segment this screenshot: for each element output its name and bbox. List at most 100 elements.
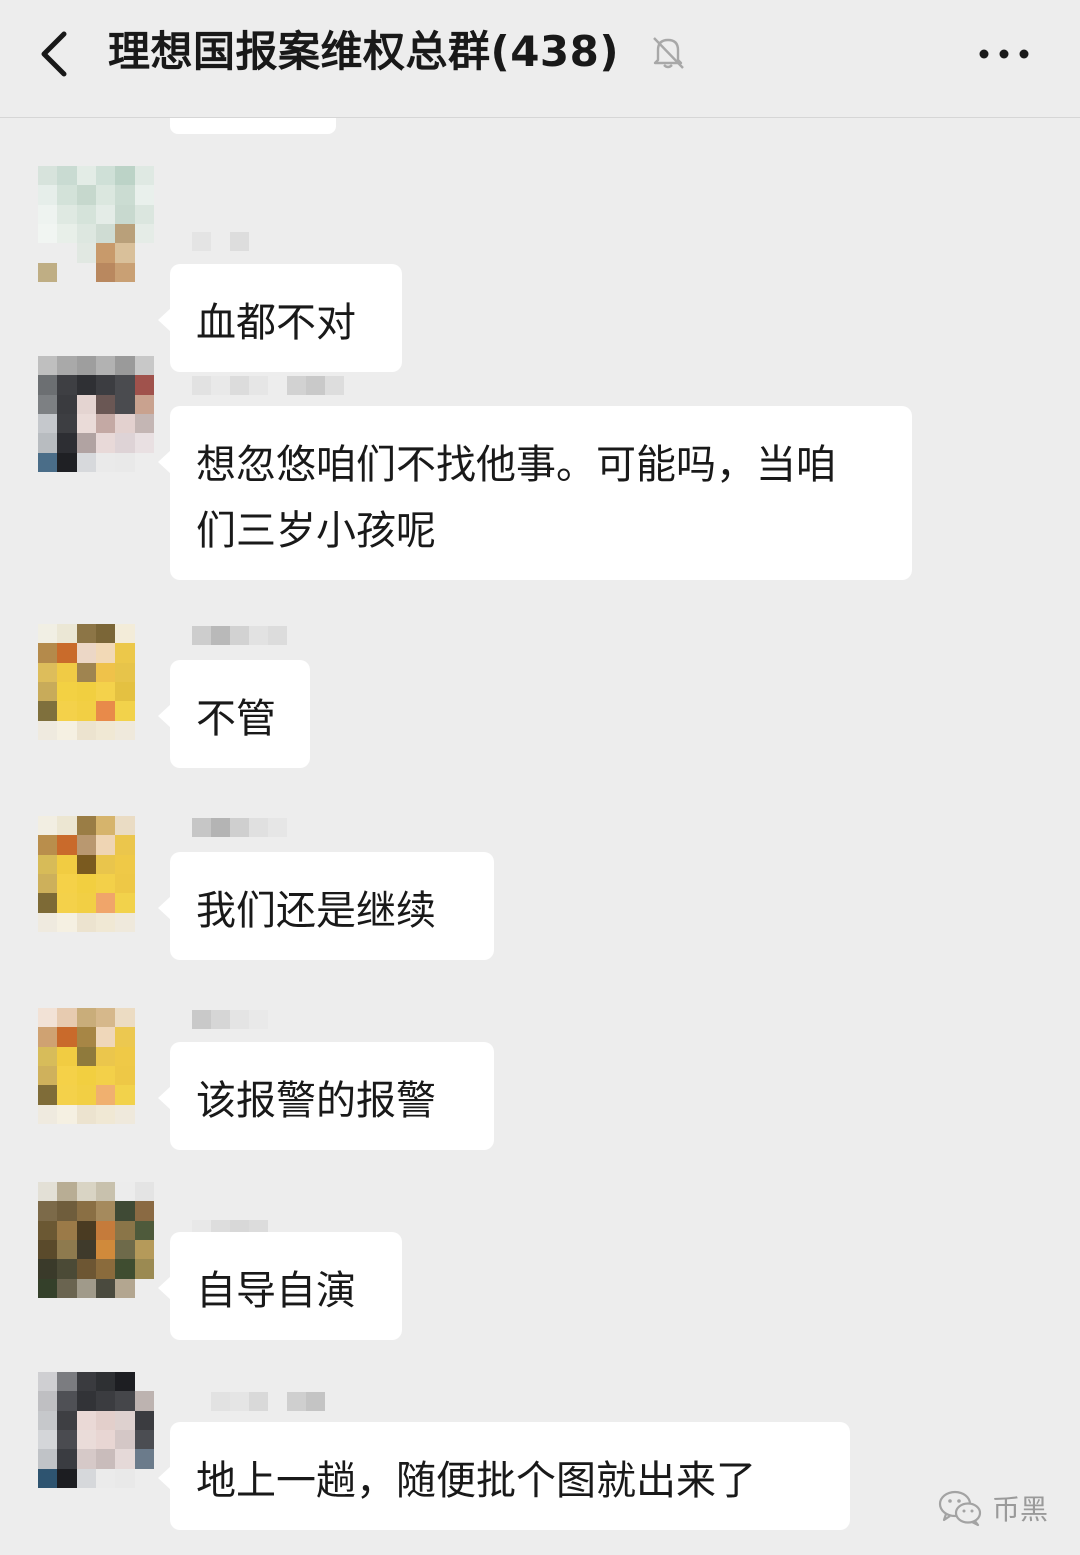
mosaic-pixel: [134, 854, 154, 874]
mosaic-pixel: [192, 1010, 211, 1029]
mosaic-pixel: [115, 356, 135, 376]
mosaic-pixel: [38, 1449, 58, 1469]
mosaic-pixel: [57, 912, 77, 932]
mosaic-pixel: [57, 243, 77, 263]
pixelated-avatar[interactable]: [38, 356, 154, 472]
mosaic-pixel: [76, 414, 96, 434]
message-bubble[interactable]: 自导自演: [158, 1232, 402, 1340]
mosaic-pixel: [76, 643, 96, 663]
sender-name-blurred: [192, 376, 344, 398]
mosaic-pixel: [57, 1430, 77, 1450]
pixelated-avatar[interactable]: [38, 816, 154, 932]
mosaic-pixel: [115, 224, 135, 244]
mosaic-pixel: [76, 452, 96, 472]
mosaic-pixel: [134, 701, 154, 721]
mosaic-pixel: [134, 1240, 154, 1260]
mosaic-pixel: [115, 1468, 135, 1488]
mosaic-pixel: [57, 452, 77, 472]
mosaic-pixel: [268, 1392, 287, 1411]
more-dots-icon[interactable]: [974, 34, 1034, 74]
mosaic-pixel: [115, 1066, 135, 1086]
message-bubble[interactable]: 该报警的报警: [158, 1042, 494, 1150]
mosaic-pixel: [115, 1410, 135, 1430]
mosaic-pixel: [115, 1104, 135, 1124]
mosaic-pixel: [96, 224, 116, 244]
mosaic-pixel: [76, 1008, 96, 1028]
mosaic-pixel: [76, 1066, 96, 1086]
mosaic-pixel: [96, 1468, 116, 1488]
mosaic-pixel: [134, 874, 154, 894]
chat-title: 理想国报案维权总群(438): [108, 27, 620, 76]
mosaic-pixel: [38, 262, 58, 282]
mosaic-pixel: [38, 1259, 58, 1279]
mosaic-pixel: [115, 1182, 135, 1202]
mosaic-pixel: [134, 912, 154, 932]
mosaic-pixel: [96, 624, 116, 644]
message-bubble[interactable]: 我们还是继续: [158, 852, 494, 960]
mosaic-pixel: [57, 643, 77, 663]
mosaic-pixel: [134, 1201, 154, 1221]
mosaic-pixel: [230, 232, 249, 251]
mosaic-pixel: [96, 1182, 116, 1202]
mosaic-pixel: [230, 376, 249, 395]
pixelated-avatar[interactable]: [38, 624, 154, 740]
mosaic-pixel: [96, 854, 116, 874]
mosaic-pixel: [96, 1449, 116, 1469]
message-bubble[interactable]: 地上一趟，随便批个图就出来了: [158, 1422, 850, 1530]
mosaic-pixel: [57, 1182, 77, 1202]
mosaic-pixel: [38, 414, 58, 434]
mosaic-pixel: [134, 375, 154, 395]
mosaic-pixel: [134, 1182, 154, 1202]
mosaic-pixel: [76, 1430, 96, 1450]
mosaic-pixel: [211, 1392, 230, 1411]
mosaic-pixel: [57, 720, 77, 740]
mosaic-pixel: [115, 204, 135, 224]
message-list[interactable]: 血都不对 想忽悠咱们不找他事。可能吗，当咱 们三岁小孩呢 不管 我们还是继续 该…: [0, 118, 1080, 1555]
mosaic-pixel: [38, 224, 58, 244]
mosaic-pixel: [57, 356, 77, 376]
mosaic-pixel: [96, 662, 116, 682]
mosaic-pixel: [134, 816, 154, 836]
mosaic-pixel: [96, 1220, 116, 1240]
mosaic-pixel: [134, 185, 154, 205]
mosaic-pixel: [76, 1259, 96, 1279]
mosaic-pixel: [115, 1391, 135, 1411]
message-bubble[interactable]: 不管: [158, 660, 310, 768]
mosaic-pixel: [76, 854, 96, 874]
mosaic-pixel: [96, 1085, 116, 1105]
mosaic-pixel: [211, 818, 230, 837]
message-bubble[interactable]: 想忽悠咱们不找他事。可能吗，当咱 们三岁小孩呢: [158, 406, 912, 580]
pixelated-avatar[interactable]: [38, 1008, 154, 1124]
mosaic-pixel: [38, 816, 58, 836]
mosaic-pixel: [96, 1104, 116, 1124]
mosaic-pixel: [134, 166, 154, 186]
mosaic-pixel: [96, 1278, 116, 1298]
message-bubble[interactable]: 血都不对: [158, 264, 402, 372]
mosaic-pixel: [76, 1085, 96, 1105]
chevron-left-icon[interactable]: [32, 28, 76, 80]
sender-name-blurred: [192, 818, 287, 840]
mosaic-pixel: [96, 166, 116, 186]
mosaic-pixel: [57, 816, 77, 836]
pixelated-avatar[interactable]: [38, 1182, 154, 1298]
mosaic-pixel: [115, 1240, 135, 1260]
pixelated-avatar[interactable]: [38, 166, 154, 282]
mosaic-pixel: [76, 720, 96, 740]
mosaic-pixel: [134, 1008, 154, 1028]
mosaic-pixel: [96, 1430, 116, 1450]
mosaic-pixel: [134, 1410, 154, 1430]
mosaic-pixel: [96, 1372, 116, 1392]
mosaic-pixel: [115, 1008, 135, 1028]
mosaic-pixel: [76, 624, 96, 644]
mosaic-pixel: [115, 1449, 135, 1469]
mosaic-pixel: [76, 433, 96, 453]
mosaic-pixel: [115, 854, 135, 874]
mosaic-pixel: [96, 1201, 116, 1221]
pixelated-avatar[interactable]: [38, 1372, 154, 1488]
mosaic-pixel: [57, 1410, 77, 1430]
mosaic-pixel: [115, 720, 135, 740]
mosaic-pixel: [76, 185, 96, 205]
mosaic-pixel: [96, 452, 116, 472]
mosaic-pixel: [115, 1220, 135, 1240]
mosaic-pixel: [96, 643, 116, 663]
